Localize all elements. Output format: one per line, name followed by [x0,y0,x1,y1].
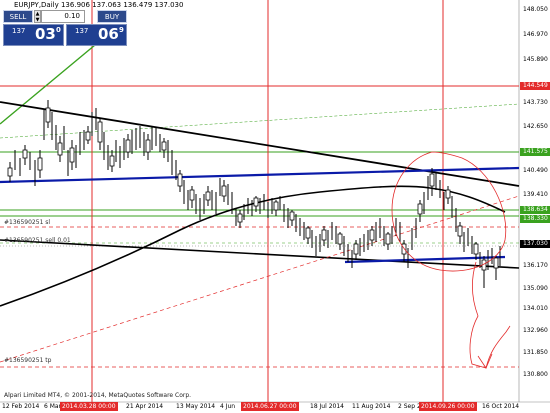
copyright-text: Alpari Limited MT4, © 2001-2014, MetaQuo… [4,392,192,399]
ask-quote[interactable]: 137 06 9 [66,24,127,46]
price-badge-green: 141.575 [520,148,550,156]
stop-loss-label: #136590251 sl [4,219,51,226]
price-badge-red: 144.549 [520,82,550,90]
price-badge-green: 138.330 [520,215,550,223]
price-label: 131.850 [523,349,548,356]
price-label: 143.730 [523,99,548,106]
time-label: 13 May 2014 [176,403,216,410]
price-label: 132.960 [523,327,548,334]
ask-point: 9 [119,26,124,34]
time-label: 21 Apr 2014 [126,403,164,410]
price-badge-current: 137.030 [520,240,550,248]
sell-button[interactable]: SELL [3,10,33,23]
one-click-trading-panel[interactable]: SELL ▲ ▼ 0.10 BUY 137 03 0 137 06 9 [3,10,127,46]
bid-quote[interactable]: 137 03 0 [3,24,64,46]
time-badge-red: 2014.03.28 00:00 [60,402,118,411]
buy-button[interactable]: BUY [97,10,127,23]
price-chart[interactable] [0,0,550,413]
price-label: 148.050 [523,6,548,13]
price-badge-green: 138.634 [520,206,550,214]
price-label: 146.970 [523,31,548,38]
price-label: 140.490 [523,167,548,174]
sell-order-label: #136590251 sell 0.01 [4,237,71,244]
lot-size-input[interactable]: 0.10 [41,10,85,23]
time-label: 2 Sep 2 [398,403,421,410]
price-label: 130.800 [523,371,548,378]
time-badge-red: 2014.06.27 00:00 [241,402,299,411]
price-label: 135.090 [523,285,548,292]
spin-down-icon[interactable]: ▼ [35,17,40,23]
time-label: 4 Jun [220,403,236,410]
time-label: 18 Jul 2014 [310,403,344,410]
time-label: 6 Mar [44,403,62,410]
bid-point: 0 [56,26,61,34]
chart-title: EURJPY,Daily 136.906 137.063 136.479 137… [14,1,184,9]
bid-pips: 03 [35,25,56,43]
time-badge-red: 2014.09.26 00:00 [419,402,477,411]
ask-pips: 06 [98,25,119,43]
time-label: 12 Feb 2014 [2,403,40,410]
price-label: 142.650 [523,123,548,130]
bid-big-figure: 137 [12,27,26,35]
lot-spinner[interactable]: ▲ ▼ [34,10,41,23]
take-profit-label: #136590251 tp [4,357,52,364]
price-label: 139.410 [523,191,548,198]
price-label: 134.010 [523,305,548,312]
ask-big-figure: 137 [75,27,89,35]
chart-window[interactable]: EURJPY,Daily 136.906 137.063 136.479 137… [0,0,550,413]
price-label: 136.170 [523,262,548,269]
time-label: 11 Aug 2014 [352,403,391,410]
time-label: 16 Oct 2014 [482,403,520,410]
price-label: 145.890 [523,56,548,63]
